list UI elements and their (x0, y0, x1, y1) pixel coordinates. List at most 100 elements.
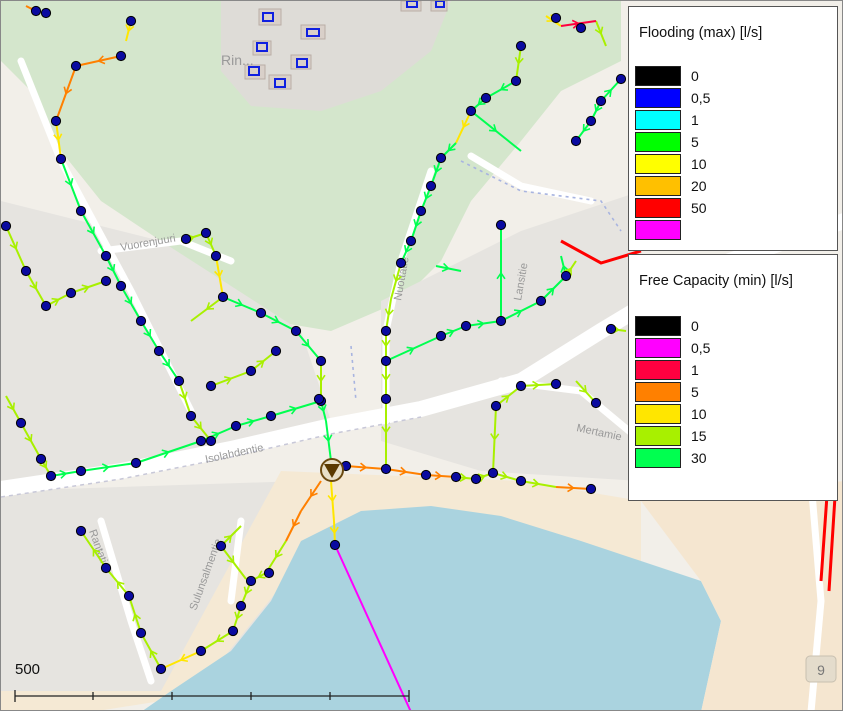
manhole-node[interactable] (395, 257, 407, 269)
manhole-node[interactable] (1, 220, 12, 232)
legend-row: 20 (635, 175, 707, 197)
manhole-node[interactable] (487, 467, 499, 479)
manhole-node[interactable] (40, 300, 52, 312)
manhole-node[interactable] (125, 15, 137, 27)
manhole-node[interactable] (50, 115, 62, 127)
manhole-node[interactable] (217, 291, 229, 303)
manhole-node[interactable] (550, 12, 562, 24)
manhole-node[interactable] (195, 435, 207, 447)
manhole-node[interactable] (495, 219, 507, 231)
manhole-node[interactable] (380, 355, 392, 367)
manhole-node[interactable] (185, 410, 197, 422)
manhole-node[interactable] (100, 275, 112, 287)
manhole-node[interactable] (425, 180, 437, 192)
manhole-node[interactable] (230, 420, 242, 432)
manhole-node[interactable] (315, 355, 327, 367)
manhole-node[interactable] (615, 73, 627, 85)
manhole-node[interactable] (173, 375, 185, 387)
manhole-node[interactable] (45, 470, 57, 482)
manhole-node[interactable] (585, 115, 597, 127)
map-view[interactable]: 9 Isolahdentie Vuorenjuuri Nuottatie Lan… (0, 0, 843, 711)
legend-flooding: Flooding (max) [l/s] 0 0,5 1 5 10 20 50 (628, 6, 838, 251)
manhole-node[interactable] (490, 400, 502, 412)
manhole-node[interactable] (155, 663, 167, 675)
manhole-node[interactable] (535, 295, 547, 307)
manhole-node[interactable] (570, 135, 582, 147)
manhole-node[interactable] (515, 380, 527, 392)
legend-label: 20 (691, 178, 707, 194)
manhole-node[interactable] (510, 75, 522, 87)
manhole-node[interactable] (450, 471, 462, 483)
pump-station-icon[interactable] (320, 458, 344, 482)
manhole-node[interactable] (70, 60, 82, 72)
manhole-node[interactable] (245, 365, 257, 377)
manhole-node[interactable] (75, 205, 87, 217)
manhole-node[interactable] (265, 410, 277, 422)
manhole-node[interactable] (313, 393, 325, 405)
legend-label: 10 (691, 156, 707, 172)
legend-row: 10 (635, 153, 707, 175)
manhole-node[interactable] (590, 397, 602, 409)
manhole-node[interactable] (550, 378, 562, 390)
manhole-node[interactable] (200, 227, 212, 239)
manhole-node[interactable] (100, 562, 112, 574)
manhole-node[interactable] (180, 233, 192, 245)
manhole-node[interactable] (135, 627, 147, 639)
manhole-node[interactable] (270, 345, 282, 357)
manhole-node[interactable] (153, 345, 165, 357)
manhole-node[interactable] (405, 235, 417, 247)
manhole-node[interactable] (263, 567, 275, 579)
manhole-node[interactable] (435, 152, 447, 164)
manhole-node[interactable] (255, 307, 267, 319)
manhole-node[interactable] (135, 315, 147, 327)
manhole-node[interactable] (15, 417, 27, 429)
manhole-node[interactable] (205, 380, 217, 392)
manhole-node[interactable] (75, 525, 87, 537)
manhole-node[interactable] (465, 105, 477, 117)
manhole-node[interactable] (115, 50, 127, 62)
manhole-node[interactable] (415, 205, 427, 217)
manhole-node[interactable] (380, 463, 392, 475)
manhole-node[interactable] (55, 153, 67, 165)
manhole-node[interactable] (35, 453, 47, 465)
manhole-node[interactable] (420, 469, 432, 481)
manhole-node[interactable] (245, 575, 257, 587)
manhole-node[interactable] (195, 645, 207, 657)
manhole-node[interactable] (205, 435, 217, 447)
manhole-node[interactable] (435, 330, 447, 342)
manhole-node[interactable] (115, 280, 127, 292)
manhole-node[interactable] (595, 95, 607, 107)
manhole-node[interactable] (65, 287, 77, 299)
manhole-node[interactable] (227, 625, 239, 637)
manhole-node[interactable] (30, 5, 42, 17)
manhole-node[interactable] (495, 315, 507, 327)
legend-swatch (635, 132, 681, 152)
legend-capacity-title: Free Capacity (min) [l/s] (639, 273, 793, 289)
manhole-node[interactable] (380, 325, 392, 337)
manhole-node[interactable] (329, 539, 341, 551)
manhole-node[interactable] (130, 457, 142, 469)
legend-swatch (635, 448, 681, 468)
manhole-node[interactable] (605, 323, 617, 335)
manhole-node[interactable] (460, 320, 472, 332)
manhole-node[interactable] (470, 473, 482, 485)
manhole-node[interactable] (100, 250, 112, 262)
legend-row: 50 (635, 197, 707, 219)
manhole-node[interactable] (210, 250, 222, 262)
manhole-node[interactable] (575, 22, 587, 34)
manhole-node[interactable] (123, 590, 135, 602)
manhole-node[interactable] (215, 540, 227, 552)
manhole-node[interactable] (515, 475, 527, 487)
manhole-node[interactable] (75, 465, 87, 477)
manhole-node[interactable] (20, 265, 32, 277)
legend-swatch (635, 382, 681, 402)
manhole-node[interactable] (560, 270, 572, 282)
manhole-node[interactable] (515, 40, 527, 52)
manhole-node[interactable] (40, 7, 52, 19)
manhole-node[interactable] (380, 393, 392, 405)
manhole-node[interactable] (585, 483, 597, 495)
manhole-node[interactable] (290, 325, 302, 337)
manhole-node[interactable] (480, 92, 492, 104)
manhole-node[interactable] (235, 600, 247, 612)
legend-row: 0,5 (635, 337, 710, 359)
